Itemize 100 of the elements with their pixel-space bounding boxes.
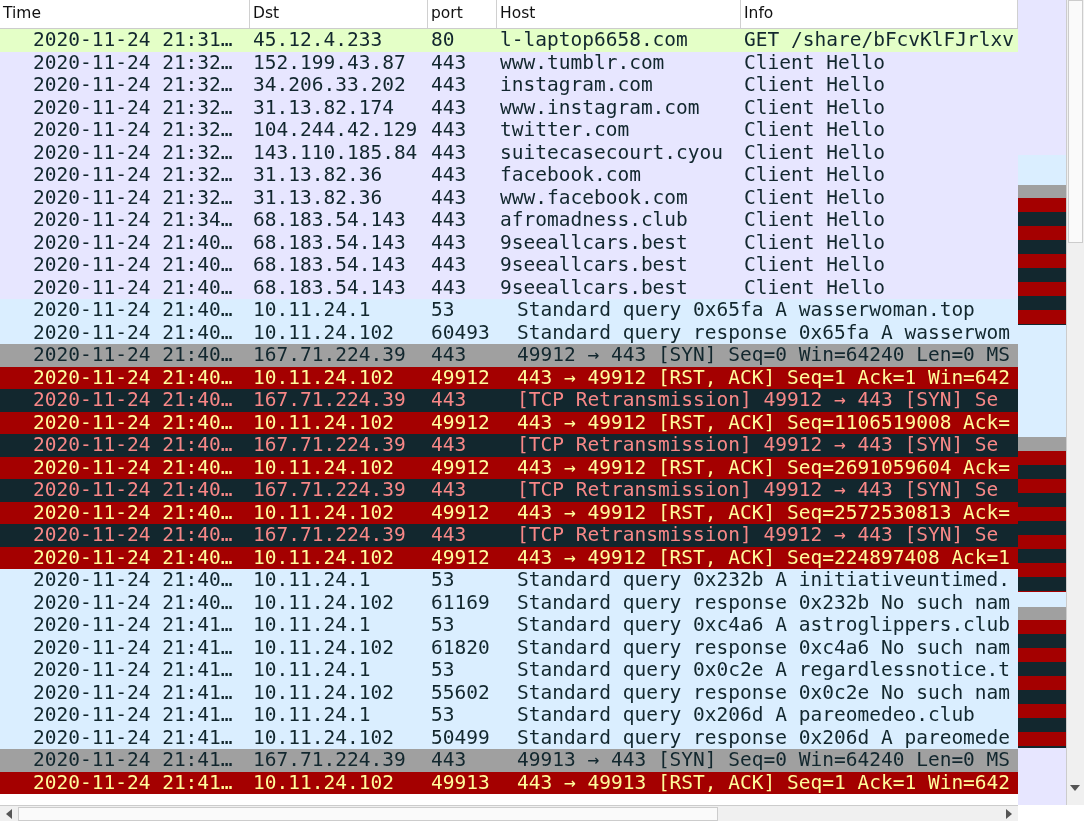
packet-row[interactable]: 2020-11-24 21:40… 167.71.224.39 443 49912 → 443 [SYN] Seq=0 Win=64240 Len=0 MS: [0, 344, 1018, 367]
table-cell-text: 10.11.24.102: [252, 366, 395, 389]
packet-row[interactable]: 2020-11-24 21:31… 45.12.4.233 80 l-laptop6658.com GET /share/bFcvKlFJrlxv: [0, 29, 1018, 52]
packet-row[interactable]: 2020-11-24 21:40… 167.71.224.39 443 [TCP Retransmission] 49912 → 443 [SYN] Se: [0, 389, 1018, 412]
packet-row[interactable]: 2020-11-24 21:40… 10.11.24.102 49912 443 → 49912 [RST, ACK] Seq=1106519008 Ack=: [0, 411, 1018, 434]
table-cell-text: 2020-11-24 21:40…: [32, 276, 234, 299]
table-cell-text: 10.11.24.102: [252, 771, 395, 794]
packet-row[interactable]: 2020-11-24 21:40… 68.183.54.143 443 9seeallcars.best Client Hello: [0, 231, 1018, 254]
table-cell-text: Client Hello: [743, 51, 886, 74]
vertical-scrollbar[interactable]: [1066, 0, 1084, 805]
packet-row[interactable]: 2020-11-24 21:40… 167.71.224.39 443 [TCP Retransmission] 49912 → 443 [SYN] Se: [0, 434, 1018, 457]
packet-row[interactable]: 2020-11-24 21:41… 10.11.24.102 49913 443 → 49913 [RST, ACK] Seq=1 Ack=1 Win=642: [0, 771, 1018, 794]
packet-row[interactable]: 2020-11-24 21:40… 68.183.54.143 443 9seeallcars.best Client Hello: [0, 276, 1018, 299]
packet-row[interactable]: 2020-11-24 21:40… 10.11.24.1 53 Standard query 0x232b A initiativeuntimed.: [0, 569, 1018, 592]
table-cell-text: www.tumblr.com: [499, 51, 666, 74]
table-cell-text: 53: [430, 704, 456, 727]
packet-row[interactable]: 2020-11-24 21:40… 68.183.54.143 443 9seeallcars.best Client Hello: [0, 254, 1018, 277]
column-header[interactable]: Time: [0, 0, 250, 28]
packet-row[interactable]: 2020-11-24 21:41… 167.71.224.39 443 49913 → 443 [SYN] Seq=0 Win=64240 Len=0 MS: [0, 749, 1018, 772]
table-cell-text: 167.71.224.39: [252, 524, 407, 547]
table-cell-text: 49912: [430, 411, 491, 434]
table-cell-text: 10.11.24.102: [252, 681, 395, 704]
packet-row[interactable]: 2020-11-24 21:32… 104.244.42.129 443 twitter.com Client Hello: [0, 119, 1018, 142]
table-cell-text: 9seeallcars.best: [499, 254, 689, 277]
table-cell-text: 167.71.224.39: [252, 749, 407, 772]
table-cell-text: 10.11.24.1: [252, 659, 372, 682]
table-cell-text: 2020-11-24 21:41…: [32, 704, 234, 727]
packet-row[interactable]: 2020-11-24 21:34… 68.183.54.143 443 afromadness.club Client Hello: [0, 209, 1018, 232]
packet-row[interactable]: 2020-11-24 21:40… 10.11.24.102 60493 Standard query response 0x65fa A wasserwom: [0, 321, 1018, 344]
table-cell-text: 443: [430, 119, 468, 142]
table-cell-text: 45.12.4.233: [252, 29, 384, 52]
table-cell-text: 31.13.82.174: [252, 96, 395, 119]
packet-row[interactable]: 2020-11-24 21:40… 167.71.224.39 443 [TCP Retransmission] 49912 → 443 [SYN] Se: [0, 524, 1018, 547]
packet-row[interactable]: 2020-11-24 21:41… 10.11.24.102 55602 Standard query response 0x0c2e No such nam: [0, 681, 1018, 704]
column-header[interactable]: Host: [497, 0, 741, 28]
table-cell-text: 2020-11-24 21:40…: [32, 546, 234, 569]
table-cell-text: Client Hello: [743, 96, 886, 119]
table-cell-text: 61169: [430, 591, 491, 614]
table-cell-text: 49913 → 443 [SYN] Seq=0 Win=64240 Len=0 MS: [516, 749, 1012, 772]
scroll-right-arrow-icon[interactable]: [1006, 808, 1012, 819]
table-cell-text: GET /share/bFcvKlFJrlxv: [743, 29, 1016, 52]
packet-row[interactable]: 2020-11-24 21:41… 10.11.24.1 53 Standard query 0x0c2e A regardlessnotice.t: [0, 659, 1018, 682]
table-cell-text: 443 → 49912 [RST, ACK] Seq=2572530813 Ack=: [516, 501, 1012, 524]
table-cell-text: 34.206.33.202: [252, 74, 407, 97]
table-cell-text: 80: [430, 29, 456, 52]
packet-row[interactable]: 2020-11-24 21:40… 10.11.24.1 53 Standard query 0x65fa A wasserwoman.top: [0, 299, 1018, 322]
packet-row[interactable]: 2020-11-24 21:32… 152.199.43.87 443 www.tumblr.com Client Hello: [0, 51, 1018, 74]
table-cell-text: 443: [430, 749, 468, 772]
packet-row[interactable]: 2020-11-24 21:40… 10.11.24.102 61169 Standard query response 0x232b No such nam: [0, 591, 1018, 614]
packet-row[interactable]: 2020-11-24 21:40… 10.11.24.102 49912 443 → 49912 [RST, ACK] Seq=224897408 Ack=1: [0, 546, 1018, 569]
table-cell-text: 443: [430, 186, 468, 209]
table-cell-text: 443: [430, 434, 468, 457]
table-cell-text: 2020-11-24 21:40…: [32, 434, 234, 457]
packet-row[interactable]: 2020-11-24 21:32… 34.206.33.202 443 instagram.com Client Hello: [0, 74, 1018, 97]
table-cell-text: 68.183.54.143: [252, 231, 407, 254]
table-cell-text: 2020-11-24 21:41…: [32, 726, 234, 749]
table-cell-text: 10.11.24.102: [252, 591, 395, 614]
table-cell-text: 10.11.24.102: [252, 411, 395, 434]
horizontal-scrollbar[interactable]: [0, 805, 1018, 821]
scrollbar-thumb[interactable]: [18, 806, 718, 821]
table-cell-text: 2020-11-24 21:40…: [32, 366, 234, 389]
packet-row[interactable]: 2020-11-24 21:32… 31.13.82.36 443 www.facebook.com Client Hello: [0, 186, 1018, 209]
packet-row[interactable]: 2020-11-24 21:40… 10.11.24.102 49912 443 → 49912 [RST, ACK] Seq=1 Ack=1 Win=642: [0, 366, 1018, 389]
table-cell-text: 2020-11-24 21:40…: [32, 254, 234, 277]
column-header[interactable]: Dst: [250, 0, 428, 28]
scroll-left-arrow-icon[interactable]: [6, 808, 12, 819]
packet-row[interactable]: 2020-11-24 21:41… 10.11.24.1 53 Standard query 0xc4a6 A astroglippers.club: [0, 614, 1018, 637]
table-cell-text: 167.71.224.39: [252, 344, 407, 367]
scroll-down-arrow-icon[interactable]: [1070, 785, 1080, 791]
table-cell-text: 10.11.24.102: [252, 636, 395, 659]
table-cell-text: afromadness.club: [499, 209, 689, 232]
table-cell-text: 167.71.224.39: [252, 479, 407, 502]
table-cell-text: 2020-11-24 21:41…: [32, 749, 234, 772]
table-cell-text: l-laptop6658.com: [499, 29, 689, 52]
table-cell-text: 443: [430, 231, 468, 254]
table-cell-text: Standard query response 0xc4a6 No such nam: [516, 636, 1012, 659]
table-cell-text: 10.11.24.1: [252, 569, 372, 592]
table-cell-text: 2020-11-24 21:41…: [32, 659, 234, 682]
packet-row[interactable]: 2020-11-24 21:40… 167.71.224.39 443 [TCP Retransmission] 49912 → 443 [SYN] Se: [0, 479, 1018, 502]
packet-row[interactable]: 2020-11-24 21:41… 10.11.24.102 61820 Standard query response 0xc4a6 No such nam: [0, 636, 1018, 659]
table-cell-text: 9seeallcars.best: [499, 231, 689, 254]
table-cell-text: 2020-11-24 21:32…: [32, 51, 234, 74]
packet-row[interactable]: 2020-11-24 21:32… 31.13.82.174 443 www.instagram.com Client Hello: [0, 96, 1018, 119]
table-cell-text: facebook.com: [499, 164, 642, 187]
packet-row[interactable]: 2020-11-24 21:41… 10.11.24.102 50499 Standard query response 0x206d A pareomede: [0, 726, 1018, 749]
scrollbar-thumb[interactable]: [1068, 0, 1083, 243]
packet-row[interactable]: 2020-11-24 21:32… 31.13.82.36 443 facebook.com Client Hello: [0, 164, 1018, 187]
packet-row[interactable]: 2020-11-24 21:40… 10.11.24.102 49912 443 → 49912 [RST, ACK] Seq=2572530813 Ack=: [0, 501, 1018, 524]
table-cell-text: 2020-11-24 21:40…: [32, 321, 234, 344]
table-cell-text: 443 → 49912 [RST, ACK] Seq=1 Ack=1 Win=642: [516, 366, 1012, 389]
table-cell-text: 68.183.54.143: [252, 276, 407, 299]
table-cell-text: Client Hello: [743, 186, 886, 209]
packet-row[interactable]: 2020-11-24 21:32… 143.110.185.84 443 suitecasecourt.cyou Client Hello: [0, 141, 1018, 164]
packet-row[interactable]: 2020-11-24 21:41… 10.11.24.1 53 Standard query 0x206d A pareomedeo.club: [0, 704, 1018, 727]
table-cell-text: 2020-11-24 21:40…: [32, 569, 234, 592]
table-cell-text: 53: [430, 569, 456, 592]
packet-row[interactable]: 2020-11-24 21:40… 10.11.24.102 49912 443 → 49912 [RST, ACK] Seq=2691059604 Ack=: [0, 456, 1018, 479]
table-cell-text: 61820: [430, 636, 491, 659]
table-cell-text: [TCP Retransmission] 49912 → 443 [SYN] Se: [516, 524, 1000, 547]
column-header[interactable]: port: [428, 0, 497, 28]
